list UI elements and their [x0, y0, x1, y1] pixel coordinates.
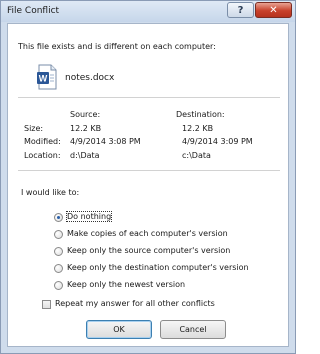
destination-size: 12.2 KB [182, 124, 214, 133]
close-button[interactable]: ✕ [255, 2, 292, 18]
source-header: Source: [70, 110, 101, 119]
size-label: Size: [24, 124, 44, 133]
help-icon: ? [237, 4, 244, 16]
divider [18, 97, 280, 98]
source-modified: 4/9/2014 3:08 PM [70, 137, 141, 146]
option-label[interactable]: Do nothing [65, 211, 113, 222]
choice-prompt: I would like to: [21, 188, 80, 197]
close-icon: ✕ [269, 4, 278, 16]
svg-text:W: W [39, 74, 48, 84]
destination-header: Destination: [176, 110, 225, 119]
word-document-icon: W [37, 64, 57, 90]
source-size: 12.2 KB [70, 124, 102, 133]
title-bar[interactable]: File Conflict ? ✕ [1, 1, 295, 22]
radio-button[interactable] [54, 281, 63, 290]
option-label[interactable]: Keep only the newest version [67, 280, 185, 289]
divider [18, 170, 280, 171]
dialog-title: File Conflict [7, 6, 60, 16]
radio-button[interactable] [54, 213, 63, 222]
conflict-message: This file exists and is different on eac… [18, 42, 216, 51]
option-label[interactable]: Keep only the source computer's version [67, 246, 230, 255]
location-label: Location: [24, 151, 61, 160]
radio-button[interactable] [54, 247, 63, 256]
help-button[interactable]: ? [227, 2, 254, 18]
ok-button-label: OK [113, 325, 125, 334]
cancel-button-label: Cancel [179, 325, 207, 334]
option-label[interactable]: Keep only the destination computer's ver… [67, 263, 249, 272]
dialog-body: This file exists and is different on eac… [7, 23, 289, 347]
radio-button[interactable] [54, 230, 63, 239]
ok-button[interactable]: OK [86, 320, 152, 339]
option-label[interactable]: Make copies of each computer's version [67, 229, 228, 238]
repeat-answer-checkbox[interactable] [42, 300, 51, 309]
modified-label: Modified: [24, 137, 61, 146]
file-name: notes.docx [65, 73, 115, 83]
cancel-button[interactable]: Cancel [160, 320, 226, 339]
radio-button[interactable] [54, 264, 63, 273]
destination-location: c:\Data [182, 151, 211, 160]
repeat-answer-label[interactable]: Repeat my answer for all other conflicts [55, 299, 215, 308]
source-location: d:\Data [70, 151, 100, 160]
destination-modified: 4/9/2014 3:09 PM [182, 137, 253, 146]
file-conflict-dialog: File Conflict ? ✕ This file exists and i… [0, 0, 296, 354]
